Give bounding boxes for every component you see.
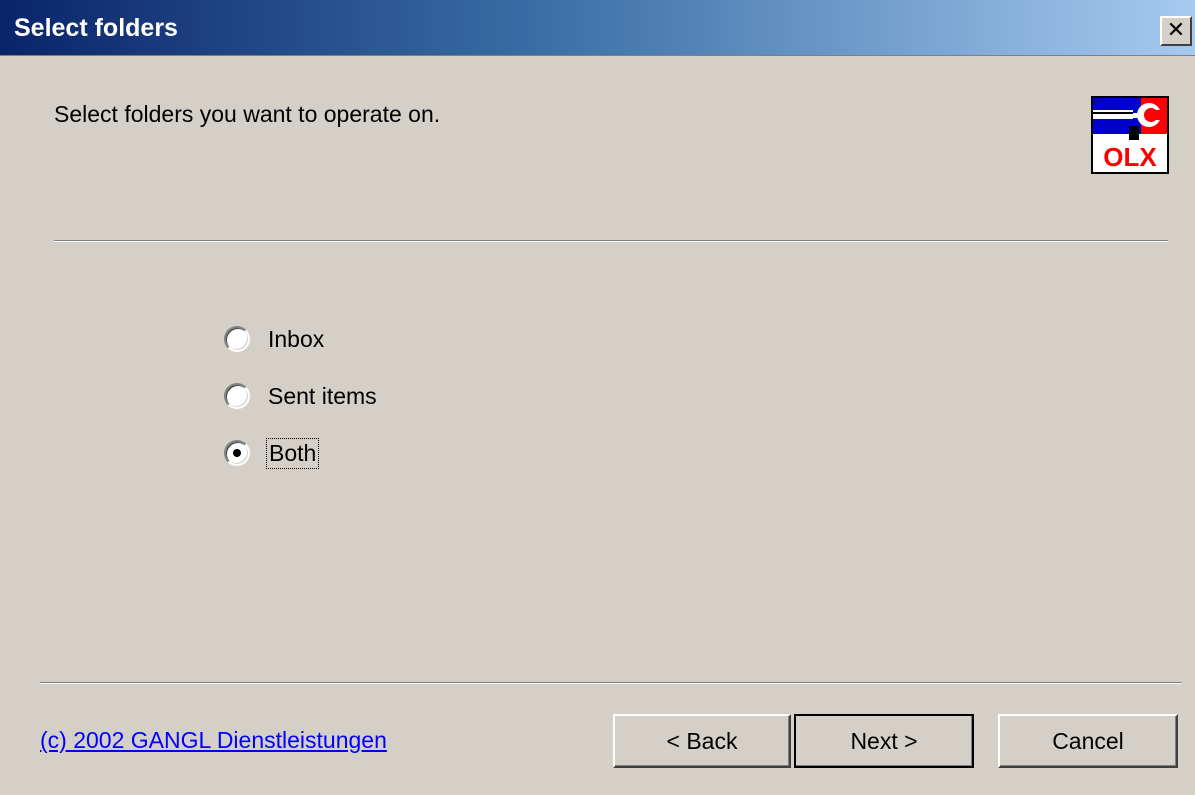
radio-label-both: Both [266,437,320,469]
close-button[interactable]: ✕ [1160,16,1192,46]
next-button[interactable]: Next > [794,714,974,768]
title-bar: Select folders ✕ [0,0,1195,56]
radio-selected-dot [233,449,241,457]
header-divider [54,240,1168,242]
footer-divider [40,682,1182,684]
window-title: Select folders [14,14,178,42]
olx-logo-icon: OLX [1091,96,1169,174]
logo-text: OLX [1103,142,1157,172]
radio-button[interactable] [224,440,250,466]
radio-button[interactable] [224,326,250,352]
radio-button[interactable] [224,383,250,409]
radio-both[interactable]: Both [224,436,320,470]
close-icon: ✕ [1166,18,1186,43]
instruction-text: Select folders you want to operate on. [54,101,441,127]
radio-label-sent-items: Sent items [268,382,377,409]
back-button[interactable]: < Back [613,714,791,768]
radio-sent-items[interactable]: Sent items [224,379,379,413]
radio-inbox[interactable]: Inbox [224,322,326,356]
copyright-link[interactable]: (c) 2002 GANGL Dienstleistungen [40,727,387,754]
radio-label-inbox: Inbox [268,325,325,352]
cancel-button[interactable]: Cancel [998,714,1178,768]
